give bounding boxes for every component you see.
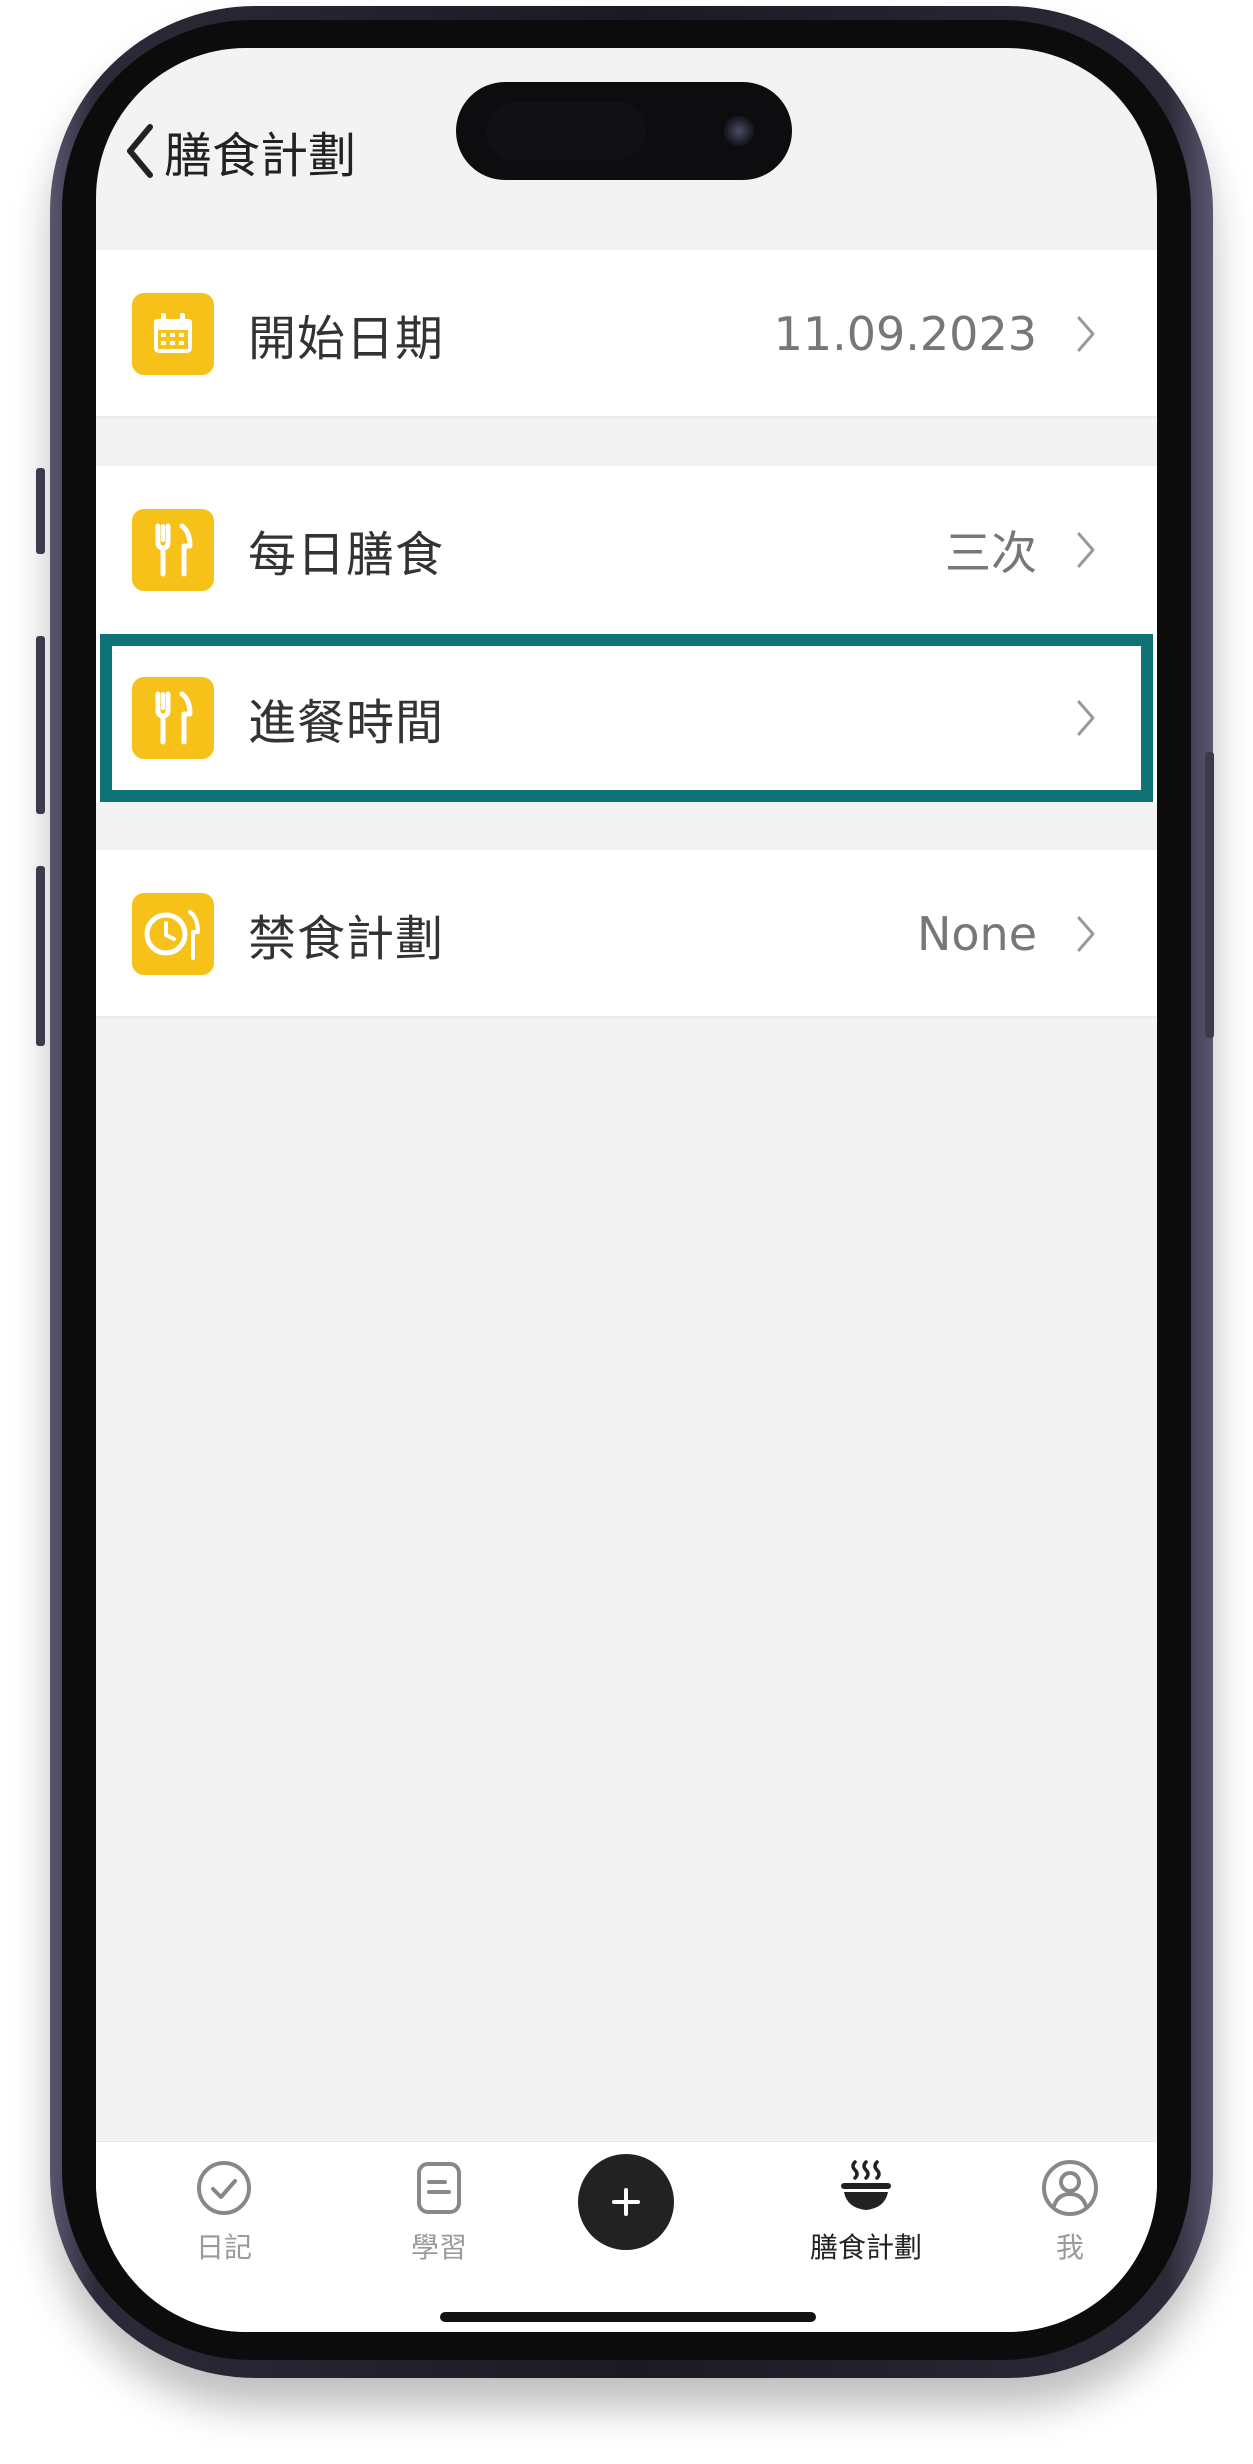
utensils-icon: [132, 677, 214, 759]
chevron-left-icon: [127, 124, 153, 178]
tab-meal-plan[interactable]: 膳食計劃: [786, 2158, 946, 2266]
tab-me[interactable]: 我: [990, 2158, 1150, 2266]
meals-section: 每日膳食 三次 進餐時間: [96, 466, 1157, 802]
page-title: 膳食計劃: [164, 128, 357, 184]
fasting-plan-label: 禁食計劃: [248, 911, 445, 967]
chevron-right-icon: [1077, 316, 1095, 352]
notes-icon: [417, 2162, 461, 2214]
daily-meals-label: 每日膳食: [248, 527, 445, 583]
utensils-icon: [132, 509, 214, 591]
tab-meal-plan-label: 膳食計劃: [809, 2231, 922, 2264]
add-button[interactable]: [578, 2154, 674, 2250]
meal-times-label: 進餐時間: [248, 695, 445, 751]
steaming-bowl-icon: [841, 2160, 891, 2210]
plus-icon: [612, 2188, 640, 2216]
meal-times-row[interactable]: 進餐時間: [96, 634, 1157, 802]
volume-up-button: [36, 636, 45, 814]
start-date-value: 11.09.2023: [773, 307, 1037, 361]
row-divider: [96, 1016, 1157, 1018]
tab-me-label: 我: [1055, 2231, 1084, 2264]
app-screen: 膳食計劃 開始日期 11.09.2023 每日膳食 三次 進餐時間 禁食計劃 N…: [96, 48, 1157, 2332]
chevron-right-icon: [1077, 700, 1095, 736]
daily-meals-row[interactable]: 每日膳食 三次: [96, 466, 1157, 634]
tab-diary-label: 日記: [195, 2231, 252, 2264]
chevron-right-icon: [1077, 916, 1095, 952]
tab-diary[interactable]: 日記: [144, 2158, 304, 2266]
check-circle-icon: [197, 2161, 251, 2215]
profile-icon: [1042, 2160, 1098, 2216]
row-divider: [96, 416, 1157, 418]
back-button[interactable]: 膳食計劃: [122, 116, 356, 186]
tab-learn[interactable]: 學習: [359, 2158, 519, 2266]
daily-meals-value: 三次: [945, 526, 1037, 580]
fasting-plan-value: None: [916, 907, 1037, 961]
start-date-label: 開始日期: [248, 311, 445, 367]
tab-learn-label: 學習: [410, 2231, 467, 2264]
chevron-right-icon: [1077, 532, 1095, 568]
home-indicator[interactable]: [440, 2312, 816, 2322]
tab-bar: 日記 學習 膳食計劃 我: [96, 2141, 1157, 2332]
navigation-bar: 膳食計劃: [96, 108, 1157, 218]
calendar-icon: [132, 293, 214, 375]
power-button: [1205, 752, 1214, 1038]
start-date-row[interactable]: 開始日期 11.09.2023: [96, 250, 1157, 418]
silent-switch: [36, 468, 45, 554]
volume-down-button: [36, 866, 45, 1046]
start-date-section: 開始日期 11.09.2023: [96, 250, 1157, 418]
fasting-clock-icon: [132, 893, 214, 975]
fasting-section: 禁食計劃 None: [96, 850, 1157, 1018]
fasting-plan-row[interactable]: 禁食計劃 None: [96, 850, 1157, 1018]
